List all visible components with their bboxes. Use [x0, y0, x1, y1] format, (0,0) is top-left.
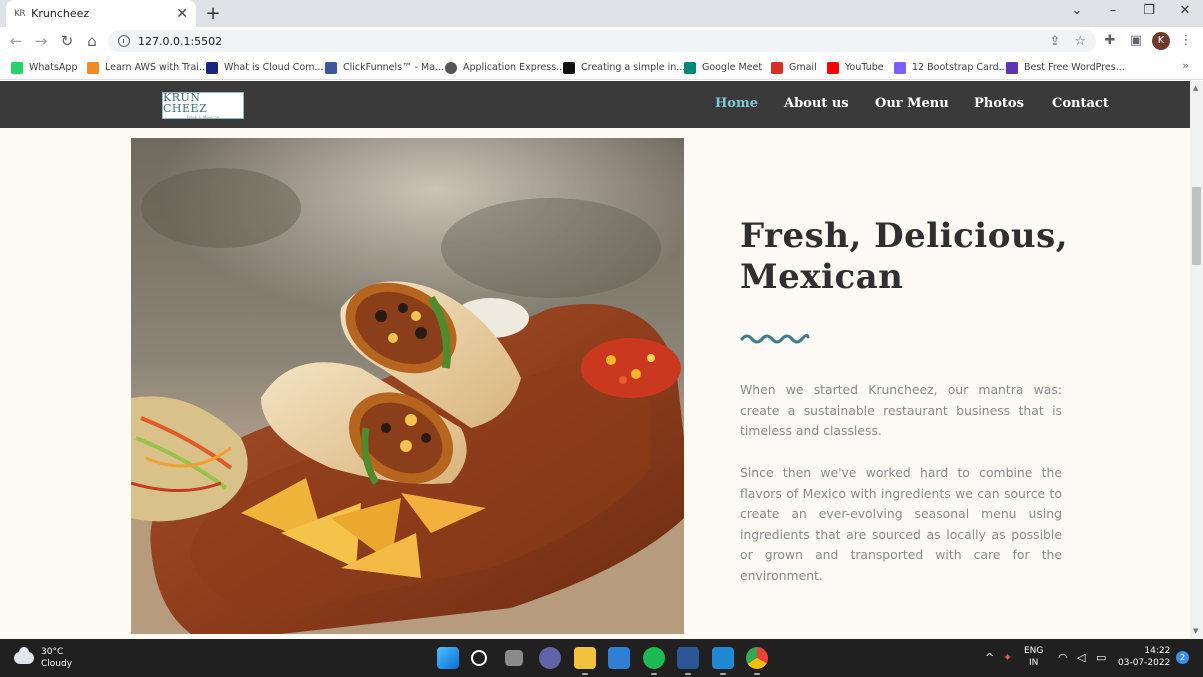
teams-chat-icon[interactable]	[539, 647, 561, 669]
windows-start-icon[interactable]	[437, 647, 459, 669]
hero-heading-line2: Mexican	[740, 257, 904, 297]
tab-close-icon[interactable]: ✕	[176, 7, 188, 21]
code-icon	[894, 61, 906, 74]
battery-icon[interactable]: ▭	[1096, 651, 1106, 664]
page-scrollbar[interactable]: ▲ ▼	[1190, 81, 1203, 639]
cloudy-weather-icon	[14, 647, 34, 664]
nav-home[interactable]: Home	[715, 96, 758, 111]
bookmark-gmail[interactable]: Gmail	[771, 60, 817, 75]
wifi-icon[interactable]: ◠	[1058, 651, 1068, 664]
windows-taskbar: 30°C Cloudy ^ ✦ ENG IN ◠ ◁ ▭ 14:22 03-07…	[0, 639, 1203, 677]
nav-contact[interactable]: Contact	[1052, 96, 1109, 111]
story-paragraph: Since then we've worked hard to combine …	[740, 465, 1062, 583]
aws-icon	[87, 61, 99, 74]
extensions-icon[interactable]: ✚	[1101, 32, 1119, 50]
microsoft-store-icon[interactable]	[608, 647, 630, 669]
minimize-icon[interactable]: –	[1098, 3, 1128, 18]
wordpress-theme-icon	[1006, 61, 1018, 74]
clock-time: 14:22	[1144, 646, 1171, 656]
side-panel-icon[interactable]: ▣	[1127, 32, 1145, 50]
app-tray-icon[interactable]: ✦	[1003, 651, 1012, 664]
hero-heading: Fresh, Delicious, Mexican	[740, 216, 1080, 298]
bookmark-clickfunnels[interactable]: ClickFunnels™ - Ma...	[325, 60, 444, 75]
clock[interactable]: 14:22 03-07-2022	[1118, 645, 1170, 669]
scroll-up-icon[interactable]: ▲	[1193, 84, 1198, 92]
hero-heading-line1: Fresh, Delicious,	[740, 216, 1069, 256]
tab-favicon: KR	[14, 8, 26, 19]
tab-search-chevron-icon[interactable]: ⌄	[1062, 3, 1092, 18]
weather-condition: Cloudy	[41, 659, 73, 669]
spotify-icon[interactable]	[643, 647, 665, 675]
new-tab-icon[interactable]: +	[203, 3, 223, 24]
close-window-icon[interactable]: ✕	[1170, 3, 1200, 18]
url-text[interactable]: 127.0.0.1:5502	[138, 35, 1035, 48]
scroll-down-icon[interactable]: ▼	[1193, 627, 1198, 635]
search-icon[interactable]	[471, 650, 487, 666]
site-navbar: KRUN CHEEZ Fresh & Mexican Home About us…	[0, 81, 1190, 128]
bookmark-cloud-computing[interactable]: What is Cloud Com...	[206, 60, 324, 75]
bookmark-learn-aws[interactable]: Learn AWS with Trai...	[87, 60, 208, 75]
whatsapp-icon	[11, 61, 23, 74]
volume-muted-icon[interactable]: ◁	[1077, 651, 1085, 664]
show-hidden-icons-chevron-icon[interactable]: ^	[985, 651, 994, 664]
vscode-icon[interactable]	[712, 647, 734, 675]
wave-divider-icon	[740, 333, 810, 344]
site-info-icon[interactable]	[118, 35, 130, 47]
cloud-article-icon	[206, 61, 218, 74]
share-icon[interactable]: ⇪	[1049, 34, 1060, 49]
bookmark-wordpress[interactable]: Best Free WordPres...	[1006, 60, 1125, 75]
address-bar[interactable]: 127.0.0.1:5502 ⇪ ☆	[108, 30, 1096, 52]
home-icon[interactable]: ⌂	[82, 31, 102, 51]
bookmarks-bar: WhatsApp Learn AWS with Trai... What is …	[0, 55, 1203, 80]
hero-food-image	[131, 138, 684, 634]
logo-text: KRUN CHEEZ	[163, 90, 208, 115]
globe-icon	[445, 61, 457, 74]
bookmark-bootstrap-cards[interactable]: 12 Bootstrap Card...	[894, 60, 1008, 75]
bookmark-whatsapp[interactable]: WhatsApp	[11, 60, 77, 75]
temperature: 30°C	[41, 647, 64, 657]
clock-date: 03-07-2022	[1118, 658, 1171, 668]
chrome-icon[interactable]	[746, 647, 768, 675]
scroll-thumb[interactable]	[1192, 187, 1201, 265]
profile-avatar[interactable]: K	[1152, 32, 1170, 50]
bookmark-google-meet[interactable]: Google Meet	[684, 60, 762, 75]
file-explorer-icon[interactable]	[574, 647, 596, 675]
google-meet-icon	[684, 61, 696, 74]
notification-badge[interactable]: 2	[1176, 651, 1189, 664]
browser-tab-strip: KR Kruncheez ✕ + ⌄ – ❐ ✕	[0, 0, 1203, 27]
nav-about-us[interactable]: About us	[784, 96, 849, 111]
bookmark-youtube[interactable]: YouTube	[827, 60, 884, 75]
logo-tagline: Fresh & Mexican	[186, 114, 220, 120]
bookmark-star-icon[interactable]: ☆	[1074, 34, 1086, 49]
task-view-icon[interactable]	[505, 650, 523, 666]
clickfunnels-icon	[325, 61, 337, 74]
youtube-icon	[827, 61, 839, 74]
tab-title: Kruncheez	[31, 7, 90, 20]
more-bookmarks-chevron-icon[interactable]: »	[1182, 59, 1189, 72]
intro-paragraph: When we started Kruncheez, our mantra wa…	[740, 382, 1062, 438]
forward-icon[interactable]: →	[31, 31, 51, 51]
bookmark-creating-simple[interactable]: Creating a simple in...	[563, 60, 685, 75]
language-indicator[interactable]: ENG IN	[1024, 645, 1043, 669]
reload-icon[interactable]: ↻	[57, 31, 77, 51]
gmail-icon	[771, 61, 783, 74]
word-icon[interactable]	[677, 647, 699, 675]
browser-toolbar: ← → ↻ ⌂ 127.0.0.1:5502 ⇪ ☆ ✚ ▣ K ⋮	[0, 27, 1203, 55]
menu-kebab-icon[interactable]: ⋮	[1177, 32, 1195, 50]
medium-icon	[563, 61, 575, 74]
nav-photos[interactable]: Photos	[974, 96, 1024, 111]
back-icon[interactable]: ←	[6, 31, 26, 51]
browser-tab[interactable]: KR Kruncheez ✕	[6, 0, 196, 27]
bookmark-application-express[interactable]: Application Express...	[445, 60, 565, 75]
site-logo[interactable]: KRUN CHEEZ Fresh & Mexican	[162, 90, 244, 120]
hero-section: Fresh, Delicious, Mexican When we starte…	[0, 128, 1190, 639]
nav-our-menu[interactable]: Our Menu	[875, 96, 949, 111]
weather-widget[interactable]: 30°C Cloudy	[14, 646, 72, 670]
restore-icon[interactable]: ❐	[1134, 3, 1164, 18]
